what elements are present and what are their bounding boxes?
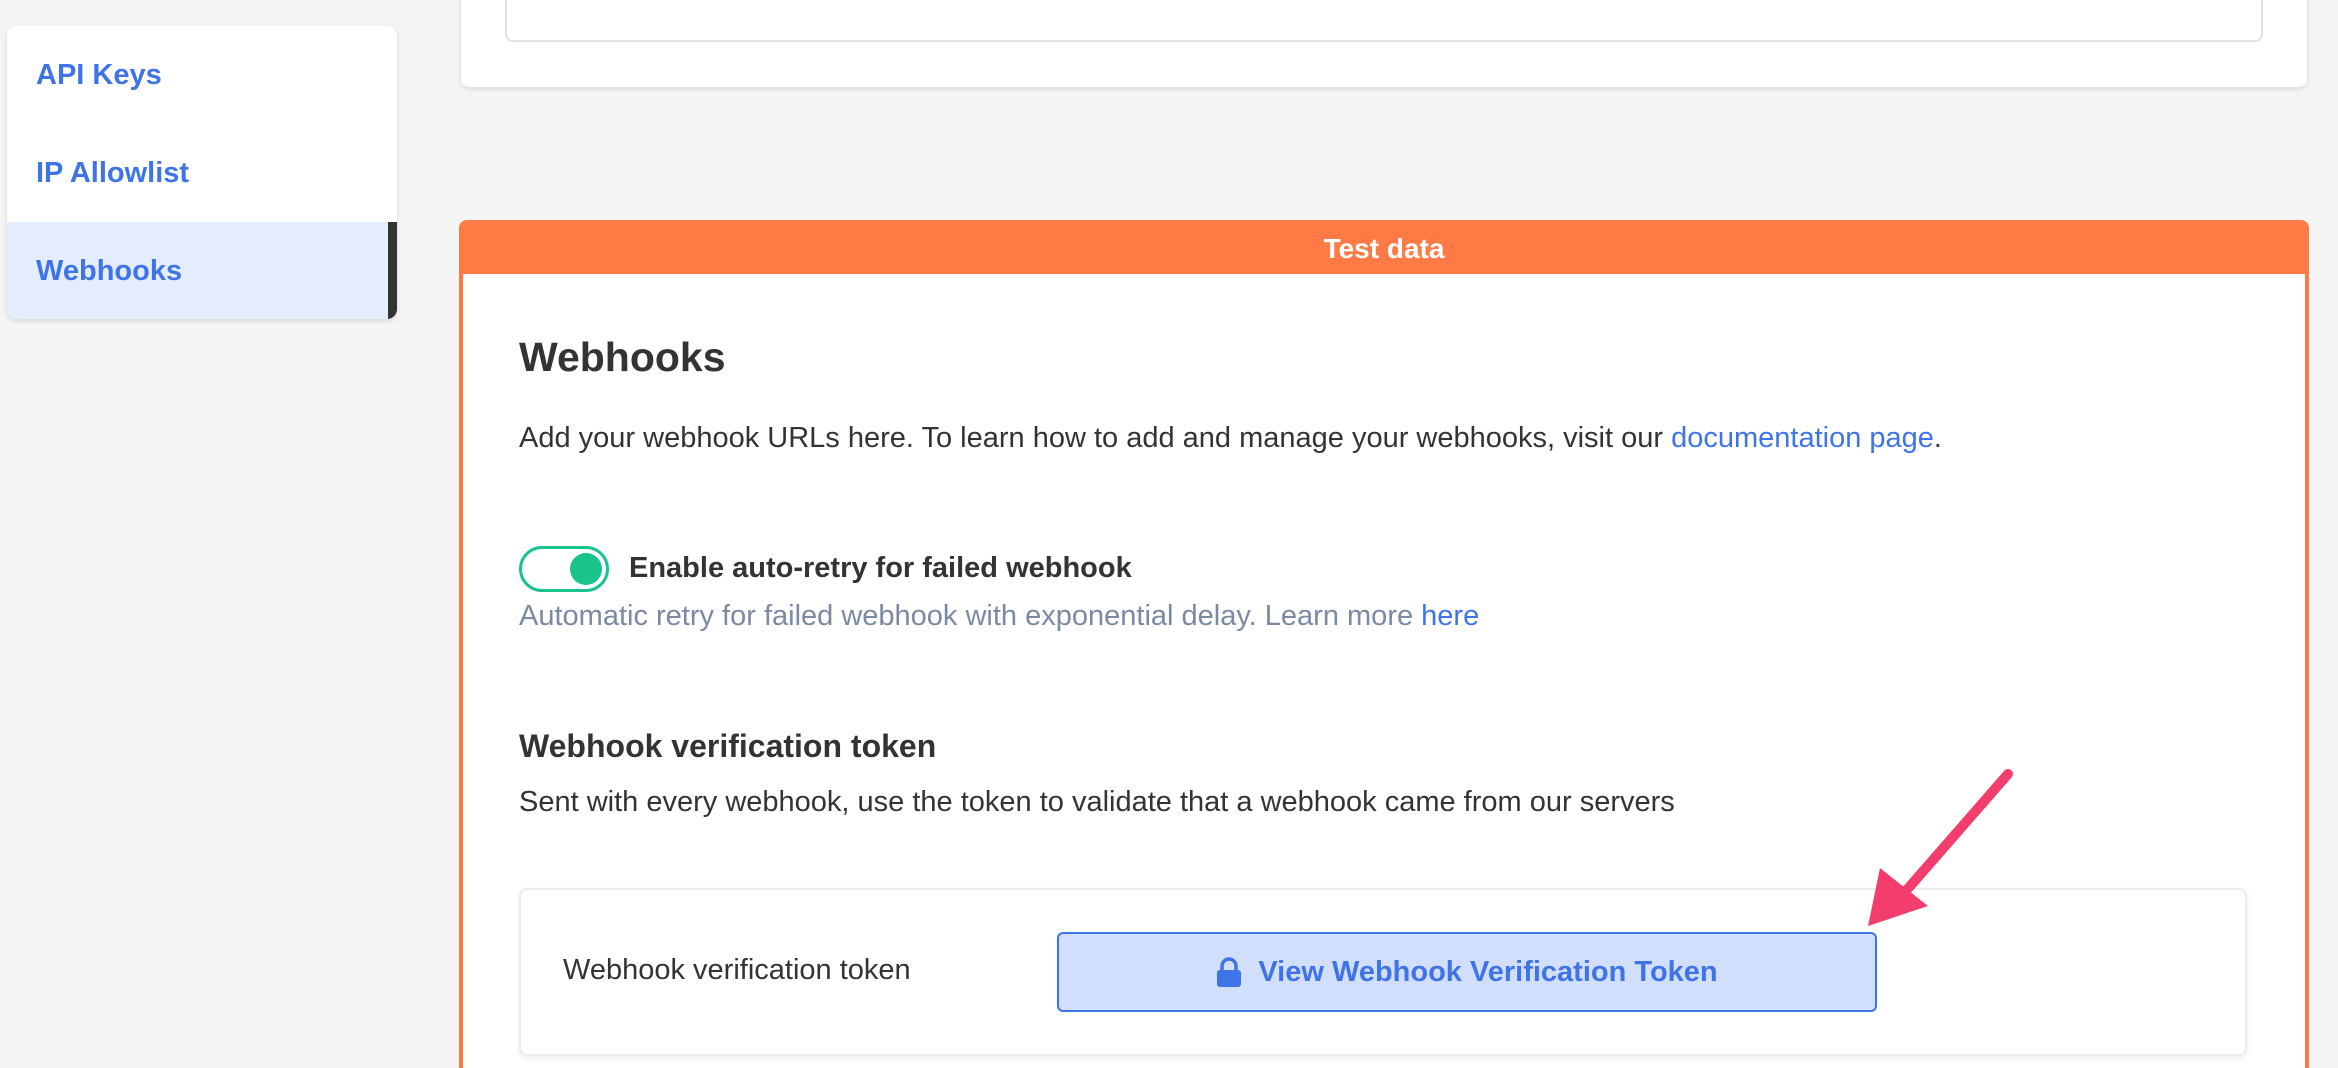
webhooks-card: Test data Webhooks Add your webhook URLs… [459,220,2309,1068]
sidebar-item-api-keys[interactable]: API Keys [7,26,397,124]
settings-sidebar: API Keys IP Allowlist Webhooks [7,26,397,319]
view-verification-token-button[interactable]: View Webhook Verification Token [1057,932,1877,1012]
webhooks-intro-text: Add your webhook URLs here. To learn how… [519,422,1672,454]
test-data-banner: Test data [463,224,2305,274]
previous-section-inner-box [505,0,2263,42]
learn-more-link[interactable]: here [1421,600,1479,632]
sidebar-item-webhooks[interactable]: Webhooks [7,222,397,319]
toggle-knob [570,553,602,585]
auto-retry-toggle[interactable] [519,546,609,592]
auto-retry-label: Enable auto-retry for failed webhook [629,552,1132,584]
page-title: Webhooks [519,334,726,380]
verification-token-description: Sent with every webhook, use the token t… [519,786,1675,818]
auto-retry-description-text: Automatic retry for failed webhook with … [519,600,1422,632]
annotation-arrow-icon [1868,769,2013,926]
verification-token-title: Webhook verification token [519,728,937,764]
lock-icon [1217,957,1242,987]
webhooks-intro: Add your webhook URLs here. To learn how… [519,422,1942,455]
webhooks-intro-suffix: . [1933,422,1942,454]
previous-section-card [461,0,2307,87]
documentation-link[interactable]: documentation page [1671,422,1934,454]
verification-token-row-label: Webhook verification token [563,954,911,986]
view-verification-token-label: View Webhook Verification Token [1258,955,1718,988]
auto-retry-description: Automatic retry for failed webhook with … [519,600,1479,633]
sidebar-item-ip-allowlist[interactable]: IP Allowlist [7,124,397,222]
